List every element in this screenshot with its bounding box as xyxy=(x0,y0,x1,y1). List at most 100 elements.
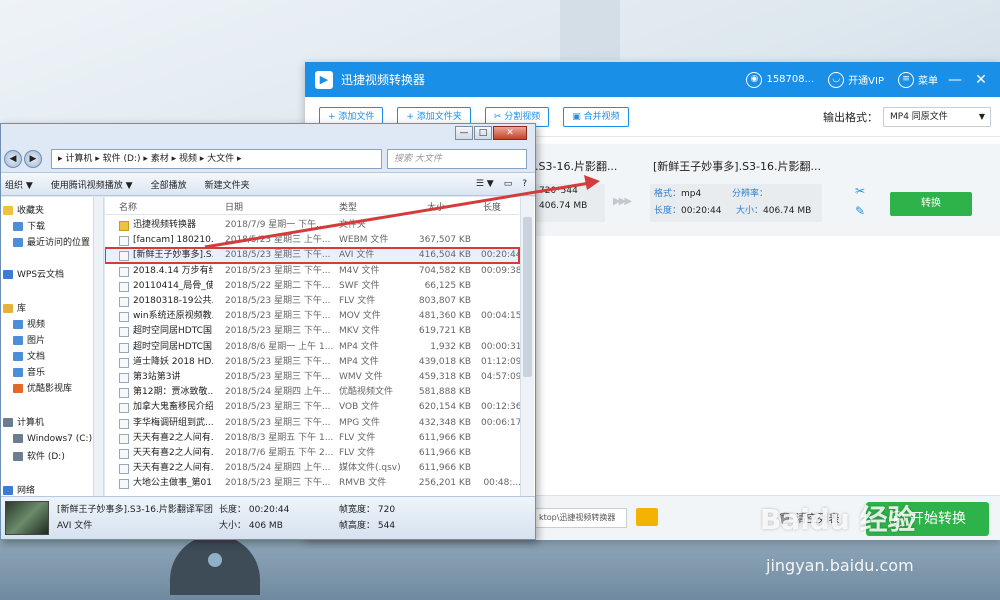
vip-button[interactable]: ◡ 开通VIP xyxy=(828,71,884,88)
menu-button[interactable]: ≡ 菜单 xyxy=(898,71,938,88)
cell-duration: 00:09:38 xyxy=(481,265,521,276)
table-row[interactable]: 20180318-19公共... 2018/5/23 星期三 下午... FLV 文… xyxy=(105,294,519,309)
cell-name: 大地公主做事_第01... xyxy=(133,478,213,489)
cell-date: 2018/5/23 星期三 上午... xyxy=(225,235,331,246)
cell-date: 2018/5/23 星期三 下午... xyxy=(225,372,331,382)
table-row[interactable]: 道士降妖 2018 HD... 2018/5/23 星期三 下午... MP4 文件… xyxy=(105,355,521,370)
back-icon[interactable]: ◀ xyxy=(4,150,22,168)
nav-item[interactable]: 最近访问的位置 xyxy=(13,235,90,251)
table-row[interactable]: 李华梅调研组到武... 2018/5/23 星期三 下午... MPG 文件 432,… xyxy=(105,416,521,431)
help-icon[interactable]: ? xyxy=(522,179,527,189)
table-row[interactable]: 超时空同居HDTC国... 2018/8/6 星期一 上午 1... MP4 文件 1… xyxy=(105,340,521,355)
nav-item-icon xyxy=(13,368,23,377)
explorer-window: — □ ✕ ◀ ▶ ▸ 计算机 ▸ 软件 (D:) ▸ 素材 ▸ 视频 ▸ 大文… xyxy=(0,123,536,540)
table-row[interactable]: 超时空同居HDTC国... 2018/5/23 星期三 下午... MKV 文件 61… xyxy=(105,324,519,339)
table-row[interactable]: 天天有喜2之人间有... 2018/8/3 星期五 下午 1... FLV 文件 61… xyxy=(105,431,519,446)
nav-item[interactable]: WPS云文档 xyxy=(3,267,64,283)
output-path[interactable]: ktop\迅捷视频转换器 xyxy=(535,508,627,528)
table-row[interactable]: [fancam] 180210... 2018/5/23 星期三 上午... WEB… xyxy=(105,233,519,248)
user-icon: ◉ xyxy=(746,71,763,88)
cell-date: 2018/5/23 星期三 下午... xyxy=(225,250,331,261)
user-account[interactable]: ◉ 158708... xyxy=(746,71,814,88)
table-row[interactable]: 第12期：贾冰致敬... 2018/5/24 星期四 上午... 优酷视频文件 581… xyxy=(105,385,519,400)
details-size: 大小： 406 MB xyxy=(219,518,283,531)
nav-item[interactable]: 收藏夹 xyxy=(3,203,44,219)
minimize-button[interactable]: — xyxy=(455,126,473,140)
table-row[interactable]: 大地公主做事_第01... 2018/5/23 星期三 下午... RMVB 文件 2… xyxy=(105,476,521,491)
nav-item[interactable]: 视频 xyxy=(13,317,45,333)
cut-icon[interactable]: ✂ xyxy=(855,184,865,198)
nav-item-label: 软件 (D:) xyxy=(27,452,65,462)
table-row[interactable]: 天天有喜2之人间有... 2018/5/24 星期四 上午... 媒体文件(.qsv… xyxy=(105,461,519,476)
nav-item[interactable]: 优酷影视库 xyxy=(13,381,72,397)
scrollbar-thumb[interactable] xyxy=(523,217,532,377)
minimize-button[interactable]: — xyxy=(946,72,964,88)
folder-icon[interactable] xyxy=(636,508,658,526)
table-row[interactable]: 迅捷视频转换器 2018/7/9 星期一 下午... 文件夹 xyxy=(105,218,519,233)
edit-icon[interactable]: ✎ xyxy=(855,204,865,218)
table-row[interactable]: 天天有喜2之人间有... 2018/7/6 星期五 下午 2... FLV 文件 61… xyxy=(105,446,519,461)
video-file-icon xyxy=(119,342,129,353)
nav-item[interactable]: Windows7 (C:) xyxy=(13,431,92,447)
format-value: mp4 xyxy=(681,189,702,199)
nav-item-label: 收藏夹 xyxy=(17,206,45,216)
search-input[interactable]: 搜索 大文件 xyxy=(387,149,527,169)
output-format-select[interactable]: MP4 同原文件 ▼ xyxy=(883,106,991,127)
table-row[interactable]: 第3站第3讲 2018/5/23 星期三 下午... WMV 文件 459,318 K… xyxy=(105,370,521,385)
video-file-icon xyxy=(119,373,129,383)
nav-item-icon xyxy=(13,238,23,247)
details-file-name: [新鲜王子妙事多].S3-16.片影翻译军团 xyxy=(57,505,213,515)
vertical-scrollbar[interactable] xyxy=(520,197,534,497)
nav-item[interactable]: 文档 xyxy=(13,349,45,365)
convert-arrow-icon: ▶▶▶ xyxy=(613,196,632,207)
details-width: 帧宽度： 720 xyxy=(339,502,395,515)
nav-scrollbar[interactable] xyxy=(94,197,104,497)
column-date[interactable]: 日期 xyxy=(225,200,243,213)
cell-name: 天天有喜2之人间有... xyxy=(133,463,213,474)
cell-name: 天天有喜2之人间有... xyxy=(133,448,213,458)
column-name[interactable]: 名称 xyxy=(119,200,137,213)
play-all-button[interactable]: 全部播放 xyxy=(151,178,187,191)
cell-name: 李华梅调研组到武... xyxy=(133,417,213,428)
address-bar[interactable]: ▸ 计算机 ▸ 软件 (D:) ▸ 素材 ▸ 视频 ▸ 大文件 ▸ xyxy=(51,149,382,169)
cell-date: 2018/8/6 星期一 上午 1... xyxy=(225,341,334,352)
nav-item[interactable]: 图片 xyxy=(13,333,45,349)
preview-pane-icon[interactable]: ▭ xyxy=(504,179,513,189)
cell-date: 2018/5/23 星期三 下午... xyxy=(225,296,331,306)
organize-button[interactable]: 组织 ▼ xyxy=(5,178,33,191)
cell-date: 2018/5/23 星期三 下午... xyxy=(225,265,331,276)
nav-item[interactable]: 计算机 xyxy=(3,415,44,431)
video-file-icon xyxy=(119,403,129,414)
nav-item[interactable]: 下载 xyxy=(13,219,45,235)
cell-size: 439,018 KB xyxy=(418,356,471,367)
app-title: 迅捷视频转换器 xyxy=(341,73,426,87)
table-row[interactable]: win系统还原视频教... 2018/5/23 星期三 下午... MOV 文件 48… xyxy=(105,309,521,324)
forward-icon[interactable]: ▶ xyxy=(24,150,42,168)
cell-size: 367,507 KB xyxy=(418,235,471,246)
table-row[interactable]: 2018.4.14 万步有约 2018/5/23 星期三 下午... M4V 文件 7… xyxy=(105,264,521,279)
cell-date: 2018/5/24 星期四 上午... xyxy=(225,463,331,474)
close-button[interactable]: ✕ xyxy=(972,72,990,88)
column-type[interactable]: 类型 xyxy=(339,200,357,213)
play-with-button[interactable]: 使用腾讯视频播放 ▼ xyxy=(51,178,133,191)
details-duration: 长度： 00:20:44 xyxy=(219,502,289,515)
maximize-button[interactable]: □ xyxy=(474,126,492,140)
table-row[interactable]: 20110414_局骨_使...2018/5/22 星期二 下午...SWF 文… xyxy=(105,279,519,294)
nav-item[interactable]: 软件 (D:) xyxy=(13,449,65,465)
target-file-name: [新鲜王子妙事多].S3-16.片影翻... xyxy=(653,160,822,173)
table-row[interactable]: 加拿大鬼畜移民介绍 2018/5/23 星期三 下午... VOB 文件 620,15… xyxy=(105,400,521,415)
column-size[interactable]: 大小 xyxy=(427,200,445,213)
nav-item[interactable]: 库 xyxy=(3,301,26,317)
column-duration[interactable]: 长度 xyxy=(483,200,501,213)
convert-button[interactable]: 转换 xyxy=(890,192,972,216)
merge-video-button[interactable]: ▣ 合并视频 xyxy=(563,106,629,127)
nav-item[interactable]: 音乐 xyxy=(13,365,45,381)
close-button[interactable]: ✕ xyxy=(493,126,527,140)
file-list: 名称 日期 类型 大小 长度 迅捷视频转换器 2018/7/9 星期一 下午...… xyxy=(105,197,535,497)
view-options-icon[interactable]: ☰ ▼ xyxy=(476,179,494,189)
new-folder-button[interactable]: 新建文件夹 xyxy=(205,178,250,191)
nav-item[interactable]: 网络 xyxy=(3,483,35,497)
details-width-label: 帧宽度： xyxy=(339,505,376,515)
cell-date: 2018/5/24 星期四 上午... xyxy=(225,387,331,398)
table-row[interactable]: [新鲜王子妙事多].S... 2018/5/23 星期三 下午... AVI 文件 4… xyxy=(105,247,521,265)
